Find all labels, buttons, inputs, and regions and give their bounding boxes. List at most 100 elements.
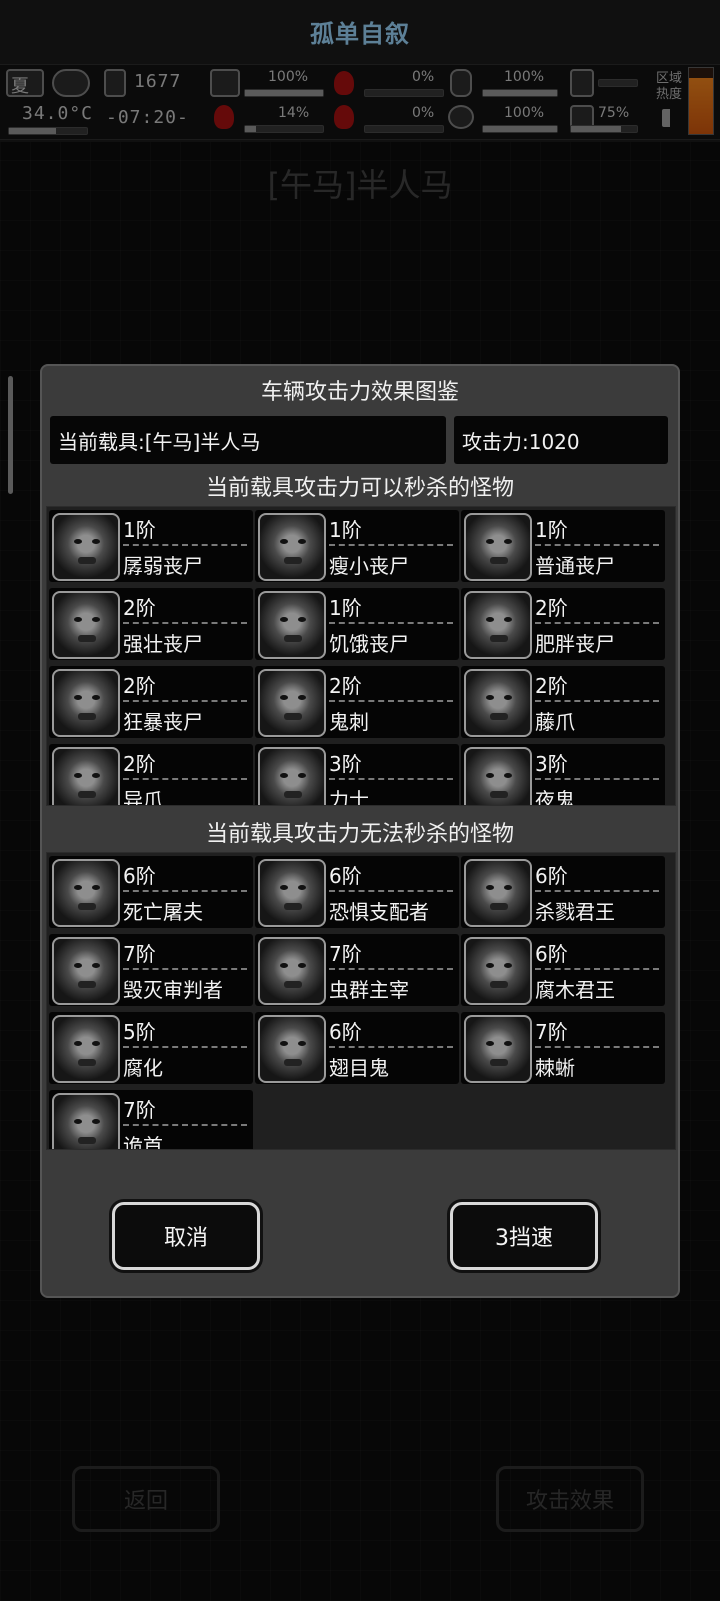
monster-divider — [329, 544, 453, 546]
monster-card[interactable]: 1阶饥饿丧尸 — [255, 588, 459, 660]
monster-divider — [535, 778, 659, 780]
monster-portrait — [464, 513, 532, 581]
monster-rank: 2阶 — [329, 674, 362, 698]
monster-divider — [329, 622, 453, 624]
monster-name: 死亡屠夫 — [123, 900, 203, 924]
monster-portrait — [52, 1015, 120, 1083]
monster-divider — [535, 544, 659, 546]
current-vehicle-label: 当前载具:[午马]半人马 — [58, 429, 261, 454]
monster-card[interactable]: 1阶 孱弱丧尸 — [49, 510, 253, 582]
monster-portrait — [464, 669, 532, 737]
monster-card[interactable]: 6阶腐木君王 — [461, 934, 665, 1006]
monster-portrait — [464, 937, 532, 1005]
monster-portrait — [52, 747, 120, 805]
monster-divider — [535, 890, 659, 892]
monster-card[interactable]: 2阶鬼刺 — [255, 666, 459, 738]
monster-rank: 6阶 — [329, 864, 362, 888]
monster-card[interactable]: 6阶杀戮君王 — [461, 856, 665, 928]
monster-divider — [329, 778, 453, 780]
monster-name: 鬼刺 — [329, 710, 369, 734]
monster-name: 杀戮君王 — [535, 900, 615, 924]
monster-divider — [123, 1124, 247, 1126]
monster-portrait — [258, 1015, 326, 1083]
monster-name: 瘦小丧尸 — [329, 554, 409, 578]
monster-portrait — [258, 747, 326, 805]
monster-name: 棘蜥 — [535, 1056, 575, 1080]
monster-card[interactable]: 1阶瘦小丧尸 — [255, 510, 459, 582]
monster-portrait — [464, 859, 532, 927]
monster-card[interactable]: 6阶死亡屠夫 — [49, 856, 253, 928]
monster-divider — [123, 700, 247, 702]
monster-divider — [535, 1046, 659, 1048]
monster-name: 肥胖丧尸 — [535, 632, 615, 656]
monster-rank: 2阶 — [123, 674, 156, 698]
monster-rank: 2阶 — [535, 674, 568, 698]
monster-name: 孱弱丧尸 — [123, 554, 203, 578]
monster-card[interactable]: 5阶腐化 — [49, 1012, 253, 1084]
monster-card[interactable]: 7阶 虫群主宰 — [255, 934, 459, 1006]
cancel-button[interactable]: 取消 — [112, 1202, 260, 1270]
unkillable-monster-grid[interactable]: 6阶 死亡屠夫 6阶 恐惧支配者 6阶 杀戮君王 7阶 毁灭审判者 7阶 虫群主宰 6阶 腐木君王 5阶… — [46, 852, 676, 1150]
monster-rank: 5阶 — [123, 1020, 156, 1044]
monster-card[interactable]: 7阶诡首 — [49, 1090, 253, 1150]
monster-name: 腐木君王 — [535, 978, 615, 1002]
monster-rank: 3阶 — [329, 752, 362, 776]
speed-3-button[interactable]: 3挡速 — [450, 1202, 598, 1270]
monster-portrait — [258, 937, 326, 1005]
monster-divider — [123, 544, 247, 546]
monster-rank: 2阶 — [535, 596, 568, 620]
monster-portrait — [52, 859, 120, 927]
monster-card[interactable]: 7阶 棘蜥 — [461, 1012, 665, 1084]
monster-name: 虫群主宰 — [329, 978, 409, 1002]
monster-card[interactable]: 3阶 力士 — [255, 744, 459, 805]
monster-card[interactable]: 2阶异爪 — [49, 744, 253, 806]
monster-card[interactable]: 2阶肥胖丧尸 — [461, 588, 665, 660]
monster-divider — [535, 622, 659, 624]
monster-name: 强壮丧尸 — [123, 632, 203, 656]
monster-divider — [329, 1046, 453, 1048]
monster-name: 饥饿丧尸 — [329, 632, 409, 656]
monster-portrait — [464, 1015, 532, 1083]
monster-card[interactable]: 7阶 毁灭审判者 — [49, 934, 253, 1006]
monster-divider — [123, 622, 247, 624]
attack-power-box: 攻击力:1020 — [454, 416, 668, 464]
monster-divider — [329, 890, 453, 892]
monster-rank: 6阶 — [535, 864, 568, 888]
monster-card[interactable]: 2阶强壮丧尸 — [49, 588, 253, 660]
current-vehicle-box: 当前载具:[午马]半人马 — [50, 416, 446, 464]
monster-rank: 6阶 — [123, 864, 156, 888]
monster-rank: 1阶 — [329, 518, 362, 542]
monster-portrait — [464, 747, 532, 805]
monster-portrait — [258, 513, 326, 581]
monster-rank: 6阶 — [535, 942, 568, 966]
monster-card[interactable]: 6阶 恐惧支配者 — [255, 856, 459, 928]
monster-divider — [123, 1046, 247, 1048]
monster-portrait — [52, 669, 120, 737]
monster-rank: 2阶 — [123, 752, 156, 776]
monster-divider — [535, 968, 659, 970]
monster-card[interactable]: 2阶藤爪 — [461, 666, 665, 738]
monster-name: 异爪 — [123, 788, 163, 806]
monster-name: 狂暴丧尸 — [123, 710, 203, 734]
monster-rank: 1阶 — [329, 596, 362, 620]
monster-card[interactable]: 1阶 普通丧尸 — [461, 510, 665, 582]
attack-power-label: 攻击力:1020 — [462, 429, 580, 454]
monster-name: 诡首 — [123, 1134, 163, 1150]
monster-portrait — [258, 591, 326, 659]
monster-divider — [329, 968, 453, 970]
monster-card[interactable]: 2阶狂暴丧尸 — [49, 666, 253, 738]
monster-portrait — [52, 1093, 120, 1149]
monster-name: 藤爪 — [535, 710, 575, 734]
monster-divider — [329, 700, 453, 702]
monster-card[interactable]: 6阶 翅目鬼 — [255, 1012, 459, 1084]
monster-portrait — [52, 937, 120, 1005]
monster-divider — [123, 968, 247, 970]
monster-rank: 7阶 — [123, 1098, 156, 1122]
monster-card[interactable]: 3阶 夜鬼 — [461, 744, 665, 806]
monster-name: 腐化 — [123, 1056, 163, 1080]
vehicle-attack-modal: 车辆攻击力效果图鉴 当前载具:[午马]半人马 攻击力:1020 当前载具攻击力可… — [40, 364, 680, 1298]
monster-portrait — [258, 859, 326, 927]
monster-name: 夜鬼 — [535, 788, 575, 806]
killable-monster-grid[interactable]: 1阶 孱弱丧尸 1阶 瘦小丧尸 1阶 普通丧尸 2阶 强壮丧尸 1阶 饥饿丧尸 2阶 肥胖丧尸 2阶 狂暴… — [46, 506, 676, 806]
monster-rank: 2阶 — [123, 596, 156, 620]
